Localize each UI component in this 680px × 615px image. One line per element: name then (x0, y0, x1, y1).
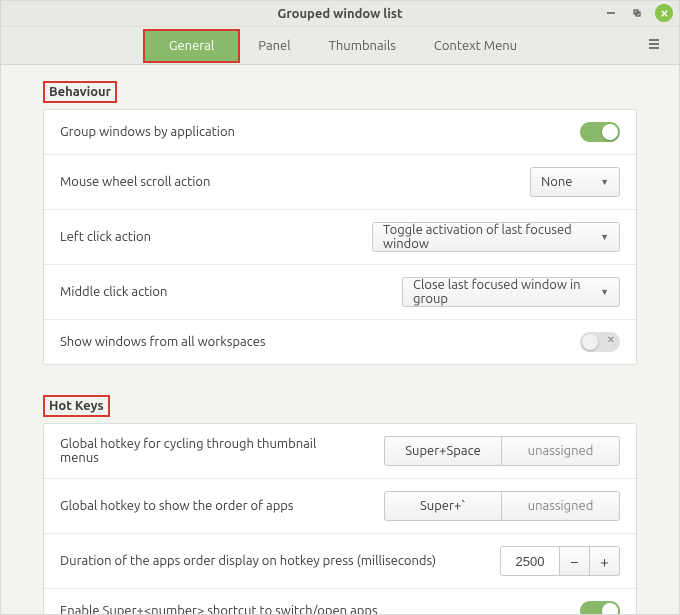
toggle-group-by-app[interactable] (580, 122, 620, 142)
label-mouse-wheel: Mouse wheel scroll action (60, 175, 518, 189)
combo-left-click[interactable]: Toggle activation of last focused window… (372, 222, 620, 252)
combo-left-click-value: Toggle activation of last focused window (383, 223, 590, 251)
window-title: Grouped window list (277, 7, 402, 21)
hotkey-secondary-input[interactable]: unassigned (502, 436, 620, 466)
window-controls (603, 4, 673, 22)
label-cycle-thumb: Global hotkey for cycling through thumbn… (60, 437, 320, 465)
hotkeys-card: Global hotkey for cycling through thumbn… (43, 423, 637, 614)
tab-thumbnails[interactable]: Thumbnails (310, 30, 415, 62)
hotkey-primary-input[interactable]: Super+` (384, 491, 502, 521)
increment-button[interactable]: + (590, 546, 620, 576)
toggle-super-number[interactable] (580, 601, 620, 614)
row-group-by-app: Group windows by application (44, 110, 636, 155)
label-left-click: Left click action (60, 230, 360, 244)
combo-middle-click[interactable]: Close last focused window in group ▼ (402, 277, 620, 307)
tab-context-menu[interactable]: Context Menu (415, 30, 536, 62)
row-duration: Duration of the apps order display on ho… (44, 534, 636, 589)
label-all-workspaces: Show windows from all workspaces (60, 335, 568, 349)
label-middle-click: Middle click action (60, 285, 390, 299)
row-left-click: Left click action Toggle activation of l… (44, 210, 636, 265)
label-show-order: Global hotkey to show the order of apps (60, 499, 372, 513)
row-middle-click: Middle click action Close last focused w… (44, 265, 636, 320)
hotkey-secondary-input[interactable]: unassigned (502, 491, 620, 521)
tab-general[interactable]: General (144, 30, 239, 62)
hotkey-primary-input[interactable]: Super+Space (384, 436, 502, 466)
settings-window: Grouped window list General Panel Thumbn… (0, 0, 680, 615)
decrement-button[interactable]: − (560, 546, 590, 576)
combo-mouse-wheel[interactable]: None ▼ (530, 167, 620, 197)
combo-middle-click-value: Close last focused window in group (413, 278, 590, 306)
duration-input[interactable] (500, 546, 560, 576)
section-heading-behaviour: Behaviour (43, 81, 117, 103)
tab-bar: General Panel Thumbnails Context Menu (1, 27, 679, 65)
titlebar: Grouped window list (1, 1, 679, 27)
label-super-number: Enable Super+<number> shortcut to switch… (60, 604, 568, 614)
combo-mouse-wheel-value: None (541, 175, 573, 189)
minimize-button[interactable] (603, 5, 619, 21)
row-super-number: Enable Super+<number> shortcut to switch… (44, 589, 636, 614)
row-cycle-thumb: Global hotkey for cycling through thumbn… (44, 424, 636, 479)
chevron-down-icon: ▼ (600, 287, 609, 297)
hamburger-menu-icon[interactable] (647, 37, 665, 55)
chevron-down-icon: ▼ (600, 177, 609, 187)
hotkey-group-cycle-thumb: Super+Space unassigned (384, 436, 620, 466)
row-all-workspaces: Show windows from all workspaces ✕ (44, 320, 636, 364)
row-mouse-wheel: Mouse wheel scroll action None ▼ (44, 155, 636, 210)
row-show-order: Global hotkey to show the order of apps … (44, 479, 636, 534)
close-button[interactable] (655, 4, 673, 22)
maximize-button[interactable] (629, 5, 645, 21)
hotkey-group-show-order: Super+` unassigned (384, 491, 620, 521)
behaviour-card: Group windows by application Mouse wheel… (43, 109, 637, 365)
toggle-all-workspaces[interactable]: ✕ (580, 332, 620, 352)
section-heading-hotkeys: Hot Keys (43, 395, 110, 417)
chevron-down-icon: ▼ (600, 232, 609, 242)
label-duration: Duration of the apps order display on ho… (60, 554, 488, 568)
content-area: Behaviour Group windows by application M… (1, 65, 679, 614)
label-group-by-app: Group windows by application (60, 125, 568, 139)
tab-panel[interactable]: Panel (239, 30, 309, 62)
duration-spinner: − + (500, 546, 620, 576)
